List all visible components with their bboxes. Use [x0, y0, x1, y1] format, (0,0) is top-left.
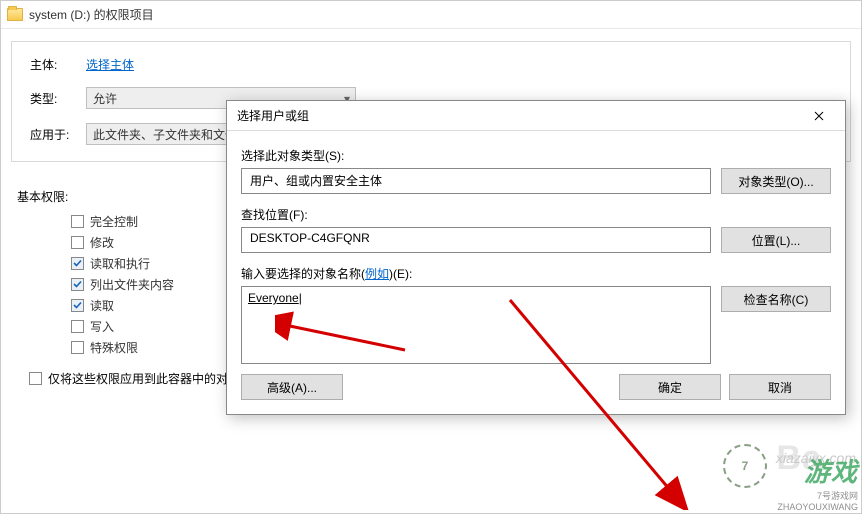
checkbox[interactable]	[71, 320, 84, 333]
checkbox[interactable]	[71, 278, 84, 291]
location-label: 查找位置(F):	[241, 206, 831, 223]
checkbox[interactable]	[71, 257, 84, 270]
type-label: 类型:	[30, 90, 86, 107]
ok-button[interactable]: 确定	[619, 374, 721, 400]
watermark-sub2: ZHAOYOUXIWANG	[777, 502, 858, 512]
select-user-dialog: 选择用户或组 选择此对象类型(S): 用户、组或内置安全主体 对象类型(O)..…	[226, 100, 846, 415]
perm-label: 特殊权限	[90, 339, 138, 356]
checkbox[interactable]	[71, 215, 84, 228]
parent-titlebar: system (D:) 的权限项目	[1, 1, 861, 29]
object-name-label: 输入要选择的对象名称(例如)(E):	[241, 265, 831, 282]
watermark-big: 游戏	[777, 452, 858, 489]
example-link[interactable]: 例如	[365, 267, 389, 281]
perm-label: 完全控制	[90, 213, 138, 230]
only-apply-checkbox[interactable]	[29, 372, 42, 385]
perm-label: 写入	[90, 318, 114, 335]
object-type-label: 选择此对象类型(S):	[241, 147, 831, 164]
cancel-button[interactable]: 取消	[729, 374, 831, 400]
checkbox[interactable]	[71, 236, 84, 249]
perm-label: 列出文件夹内容	[90, 276, 174, 293]
watermark-badge: 7	[723, 444, 767, 488]
watermark: 游戏 7号游戏网 ZHAOYOUXIWANG	[777, 452, 858, 512]
perm-label: 读取和执行	[90, 255, 150, 272]
only-apply-label: 仅将这些权限应用到此容器中的对	[48, 370, 228, 387]
parent-window-title: system (D:) 的权限项目	[29, 6, 154, 23]
dialog-titlebar[interactable]: 选择用户或组	[227, 101, 845, 131]
name-label-prefix: 输入要选择的对象名称(	[241, 267, 365, 281]
check-names-button[interactable]: 检查名称(C)	[721, 286, 831, 312]
dialog-title: 选择用户或组	[237, 107, 309, 124]
checkbox[interactable]	[71, 299, 84, 312]
dialog-footer: 高级(A)... 确定 取消	[241, 364, 831, 402]
name-label-suffix: )(E):	[389, 267, 412, 281]
select-principal-link[interactable]: 选择主体	[86, 56, 134, 73]
perm-label: 读取	[90, 297, 114, 314]
perm-label: 修改	[90, 234, 114, 251]
folder-icon	[7, 8, 23, 21]
dialog-body: 选择此对象类型(S): 用户、组或内置安全主体 对象类型(O)... 查找位置(…	[227, 131, 845, 414]
object-name-input[interactable]: Everyone	[241, 286, 711, 364]
applies-to-label: 应用于:	[30, 126, 86, 143]
locations-button[interactable]: 位置(L)...	[721, 227, 831, 253]
principal-label: 主体:	[30, 56, 86, 73]
close-button[interactable]	[797, 103, 841, 129]
close-icon	[814, 111, 824, 121]
location-field: DESKTOP-C4GFQNR	[241, 227, 711, 253]
object-types-button[interactable]: 对象类型(O)...	[721, 168, 831, 194]
object-name-value: Everyone	[248, 291, 302, 305]
object-type-field: 用户、组或内置安全主体	[241, 168, 711, 194]
watermark-sub: 7号游戏网	[777, 489, 858, 502]
checkbox[interactable]	[71, 341, 84, 354]
advanced-button[interactable]: 高级(A)...	[241, 374, 343, 400]
